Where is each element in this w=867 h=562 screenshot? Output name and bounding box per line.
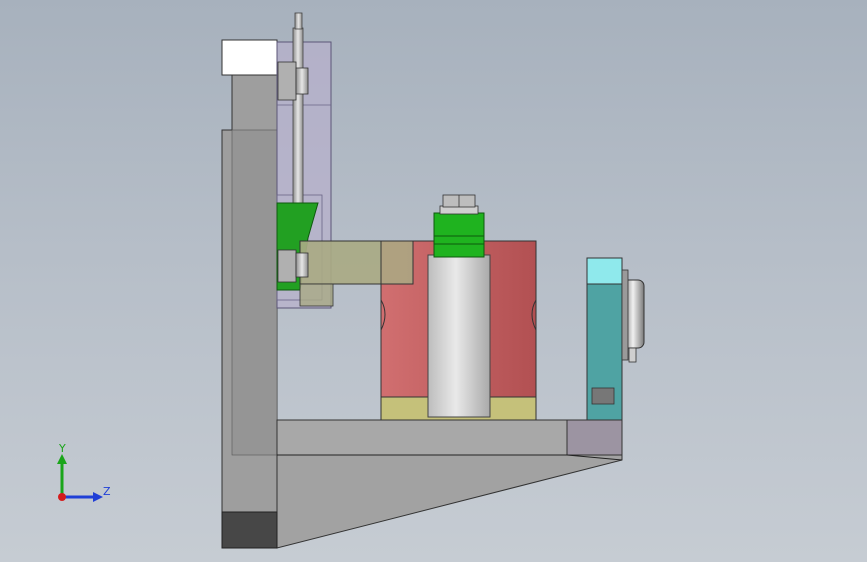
column-inner-face xyxy=(231,129,278,456)
arm-drum-overlap xyxy=(380,240,414,285)
z-axis-label: Z xyxy=(103,485,111,498)
triad-axes xyxy=(57,454,103,502)
column-top-face xyxy=(221,39,278,76)
upper-bolt[interactable] xyxy=(277,61,309,101)
base-gusset[interactable] xyxy=(276,454,623,549)
frame-foot[interactable] xyxy=(221,511,278,549)
lower-bolt[interactable] xyxy=(277,249,309,283)
center-cylinder[interactable] xyxy=(427,254,491,418)
base-top-face xyxy=(276,419,568,456)
y-axis-label: Y xyxy=(59,442,66,455)
cad-model-view[interactable] xyxy=(0,0,867,562)
base-end-block[interactable] xyxy=(566,419,623,456)
orientation-triad[interactable]: Y Z xyxy=(45,440,115,510)
adjust-knob[interactable] xyxy=(433,194,485,258)
dial-gauge[interactable] xyxy=(586,257,645,421)
lead-screw[interactable] xyxy=(292,12,304,229)
arm-lower-face xyxy=(299,283,334,307)
cad-viewport[interactable]: Y Z xyxy=(0,0,867,562)
